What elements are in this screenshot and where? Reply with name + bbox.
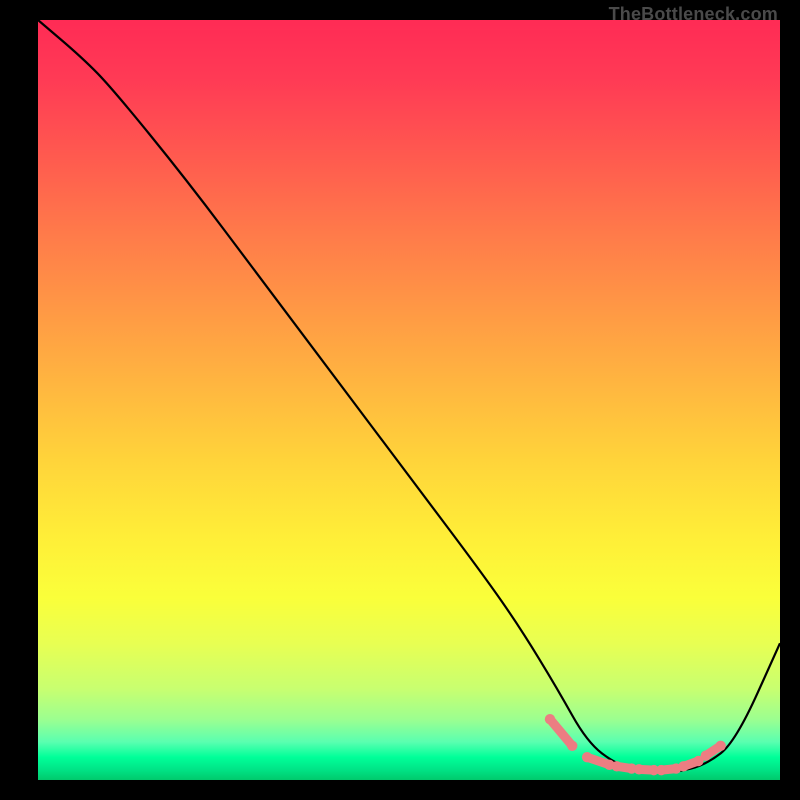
- bottleneck-curve: [38, 20, 780, 772]
- source-attribution: TheBottleneck.com: [609, 4, 778, 25]
- plot-area: [38, 20, 780, 780]
- chart-container: TheBottleneck.com: [0, 0, 800, 800]
- optimal-range-marker: [545, 714, 726, 775]
- chart-svg: [38, 20, 780, 780]
